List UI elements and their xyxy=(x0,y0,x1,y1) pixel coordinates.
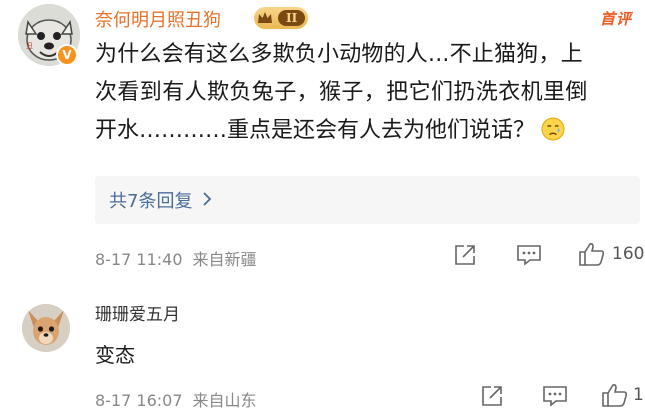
like-button[interactable]: 1 xyxy=(601,382,644,408)
commenter-avatar[interactable] xyxy=(22,304,70,352)
like-count: 160 xyxy=(612,244,645,264)
comment-meta: 8-17 16:07 来自山东 xyxy=(95,387,257,411)
share-button[interactable] xyxy=(453,243,477,267)
comment-line-text: 开水…………重点是还会有人去为他们说话？ xyxy=(95,118,536,143)
share-icon xyxy=(482,386,502,406)
comment-line: 次看到有人欺负兔子，猴子，把它们扔洗衣机里倒 xyxy=(95,80,588,105)
comment-line: 为什么会有这么多欺负小动物的人...不止猫狗，上 xyxy=(95,42,583,67)
thumbs-up-icon xyxy=(579,243,605,266)
chihuahua-avatar-icon xyxy=(22,304,70,352)
level-label: II xyxy=(278,10,306,26)
comment-date: 8-17 11:40 xyxy=(95,250,183,269)
reply-button[interactable] xyxy=(516,243,542,267)
comment-text: 变态 xyxy=(95,343,135,367)
comment-date: 8-17 16:07 xyxy=(95,391,183,410)
reply-button[interactable] xyxy=(542,384,568,408)
replies-panel[interactable]: 共7条回复 xyxy=(95,176,640,224)
share-icon xyxy=(455,245,475,265)
thumbs-up-icon xyxy=(602,384,628,407)
comment-text: 为什么会有这么多欺负小动物的人...不止猫狗，上 次看到有人欺负兔子，猴子，把它… xyxy=(95,36,635,154)
comment-location: 来自新疆 xyxy=(192,250,257,269)
like-count: 1 xyxy=(633,385,644,405)
share-button[interactable] xyxy=(480,384,504,408)
comment-meta: 8-17 11:40 来自新疆 xyxy=(95,246,257,270)
chevron-right-icon xyxy=(202,190,212,211)
level-badge: II xyxy=(254,7,308,29)
crown-icon xyxy=(254,7,276,29)
crying-face-icon xyxy=(541,116,565,154)
comment-location: 来自山东 xyxy=(192,391,257,410)
comment-line: 开水…………重点是还会有人去为他们说话？ xyxy=(95,112,635,154)
hot-badge: 首评 xyxy=(600,10,633,28)
verified-badge: V xyxy=(56,44,78,66)
commenter-username[interactable]: 珊珊爱五月 xyxy=(95,300,180,325)
commenter-username[interactable]: 奈何明月照丑狗 xyxy=(95,6,221,32)
svg-text:丑: 丑 xyxy=(26,42,33,50)
replies-label: 共7条回复 xyxy=(109,191,193,212)
comment-icon xyxy=(543,386,567,407)
comment-icon xyxy=(517,245,541,266)
view-replies-link[interactable]: 共7条回复 xyxy=(109,187,212,213)
like-button[interactable]: 160 xyxy=(578,241,644,267)
